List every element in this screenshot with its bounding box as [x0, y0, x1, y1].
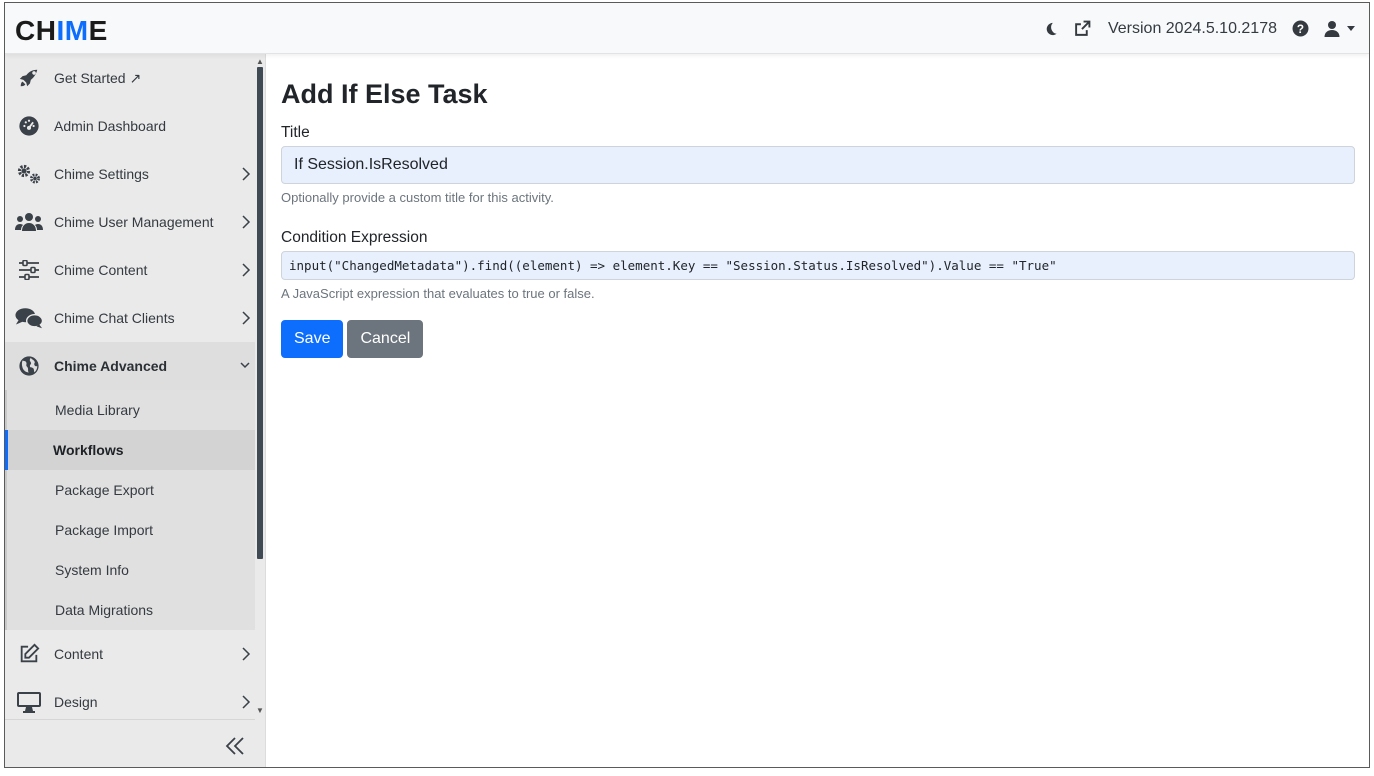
header-actions: Version 2024.5.10.2178 ? [1042, 3, 1355, 54]
sidebar-item-label: Content [54, 646, 104, 662]
moon-icon[interactable] [1042, 20, 1060, 38]
help-icon[interactable]: ? [1291, 20, 1309, 38]
sidebar-subitem-label: Package Export [55, 482, 154, 498]
sliders-icon [15, 258, 43, 282]
chevron-right-icon [242, 647, 251, 661]
sidebar-item-chime-content[interactable]: Chime Content [5, 246, 255, 294]
condition-help-text: A JavaScript expression that evaluates t… [281, 286, 595, 301]
sidebar-subitem-label: Package Import [55, 522, 154, 538]
rocket-icon [15, 66, 43, 90]
users-icon [15, 210, 43, 234]
chevron-right-icon [242, 167, 251, 181]
sidebar-item-chime-settings[interactable]: Chime Settings [5, 150, 255, 198]
svg-text:?: ? [1296, 23, 1303, 36]
condition-expression-input[interactable]: input("ChangedMetadata").find((element) … [281, 251, 1355, 280]
title-label: Title [281, 124, 310, 141]
save-button[interactable]: Save [281, 320, 344, 358]
caret-down-icon [1347, 20, 1355, 38]
title-input[interactable]: If Session.IsResolved [281, 146, 1355, 184]
dashboard-gauge-icon [15, 114, 43, 138]
sidebar-item-label: Get Started ↗ [54, 69, 142, 86]
sidebar-item-label: Design [54, 694, 98, 710]
double-chevron-left-icon[interactable] [223, 734, 247, 758]
comments-icon [15, 306, 43, 330]
sidebar-item-chime-chat-clients[interactable]: Chime Chat Clients [5, 294, 255, 342]
sidebar: Get Started ↗ Admin Dashboard Chime Sett… [5, 54, 266, 767]
condition-label: Condition Expression [281, 229, 428, 246]
external-link-icon[interactable] [1074, 20, 1092, 38]
chime-advanced-submenu: Media Library Workflows Package Export P… [5, 390, 255, 630]
edit-icon [15, 642, 43, 666]
sidebar-subitem-label: Data Migrations [55, 602, 154, 618]
title-help-text: Optionally provide a custom title for th… [281, 190, 554, 205]
logo-text-2: IM [56, 15, 89, 46]
sidebar-item-label: Chime User Management [54, 214, 214, 230]
scroll-up-arrow[interactable]: ▲ [256, 57, 264, 66]
top-navbar: CHIME Version 2024.5.10.2178 ? [5, 3, 1369, 54]
user-menu[interactable] [1323, 20, 1355, 38]
globe-icon [15, 354, 43, 378]
chevron-down-icon [240, 362, 250, 369]
chime-logo[interactable]: CHIME [15, 16, 108, 46]
condition-expression-value: input("ChangedMetadata").find((element) … [289, 258, 1057, 273]
sidebar-subitem-label: System Info [55, 562, 129, 578]
sidebar-subitem-system-info[interactable]: System Info [7, 550, 255, 590]
sidebar-scrollbar[interactable] [257, 67, 263, 559]
sidebar-subitem-package-export[interactable]: Package Export [7, 470, 255, 510]
form-actions: Save Cancel [281, 320, 1355, 358]
cancel-button[interactable]: Cancel [347, 320, 424, 358]
sidebar-subitem-label: Media Library [55, 402, 140, 418]
title-input-value: If Session.IsResolved [294, 156, 448, 173]
user-icon [1323, 20, 1341, 38]
page-title: Add If Else Task [281, 79, 488, 109]
sidebar-item-get-started[interactable]: Get Started ↗ [5, 54, 255, 102]
chevron-right-icon [242, 263, 251, 277]
chevron-right-icon [242, 215, 251, 229]
app-window: CHIME Version 2024.5.10.2178 ? Get Start… [4, 2, 1370, 768]
main-content: Add If Else Task Title If Session.IsReso… [281, 54, 1355, 358]
sidebar-item-admin-dashboard[interactable]: Admin Dashboard [5, 102, 255, 150]
chevron-right-icon [242, 695, 251, 709]
desktop-icon [15, 690, 43, 714]
sidebar-item-label: Admin Dashboard [54, 118, 167, 134]
gears-icon [15, 162, 43, 186]
sidebar-item-label: Chime Settings [54, 166, 149, 182]
sidebar-item-label: Chime Advanced [54, 358, 168, 374]
sidebar-nav: Get Started ↗ Admin Dashboard Chime Sett… [5, 54, 255, 726]
sidebar-collapse-bar [5, 719, 255, 767]
sidebar-item-label: Chime Content [54, 262, 148, 278]
sidebar-subitem-package-import[interactable]: Package Import [7, 510, 255, 550]
sidebar-subitem-media-library[interactable]: Media Library [7, 390, 255, 430]
scroll-down-arrow[interactable]: ▼ [256, 706, 264, 715]
logo-text-3: E [88, 15, 108, 46]
sidebar-item-content[interactable]: Content [5, 630, 255, 678]
sidebar-item-chime-user-management[interactable]: Chime User Management [5, 198, 255, 246]
sidebar-item-label: Chime Chat Clients [54, 310, 175, 326]
sidebar-item-chime-advanced[interactable]: Chime Advanced [5, 342, 255, 390]
logo-text-1: CH [15, 15, 57, 46]
version-text: Version 2024.5.10.2178 [1107, 19, 1277, 37]
sidebar-subitem-data-migrations[interactable]: Data Migrations [7, 590, 255, 630]
chevron-right-icon [242, 311, 251, 325]
sidebar-subitem-label: Workflows [53, 442, 124, 458]
sidebar-subitem-workflows[interactable]: Workflows [5, 430, 255, 470]
